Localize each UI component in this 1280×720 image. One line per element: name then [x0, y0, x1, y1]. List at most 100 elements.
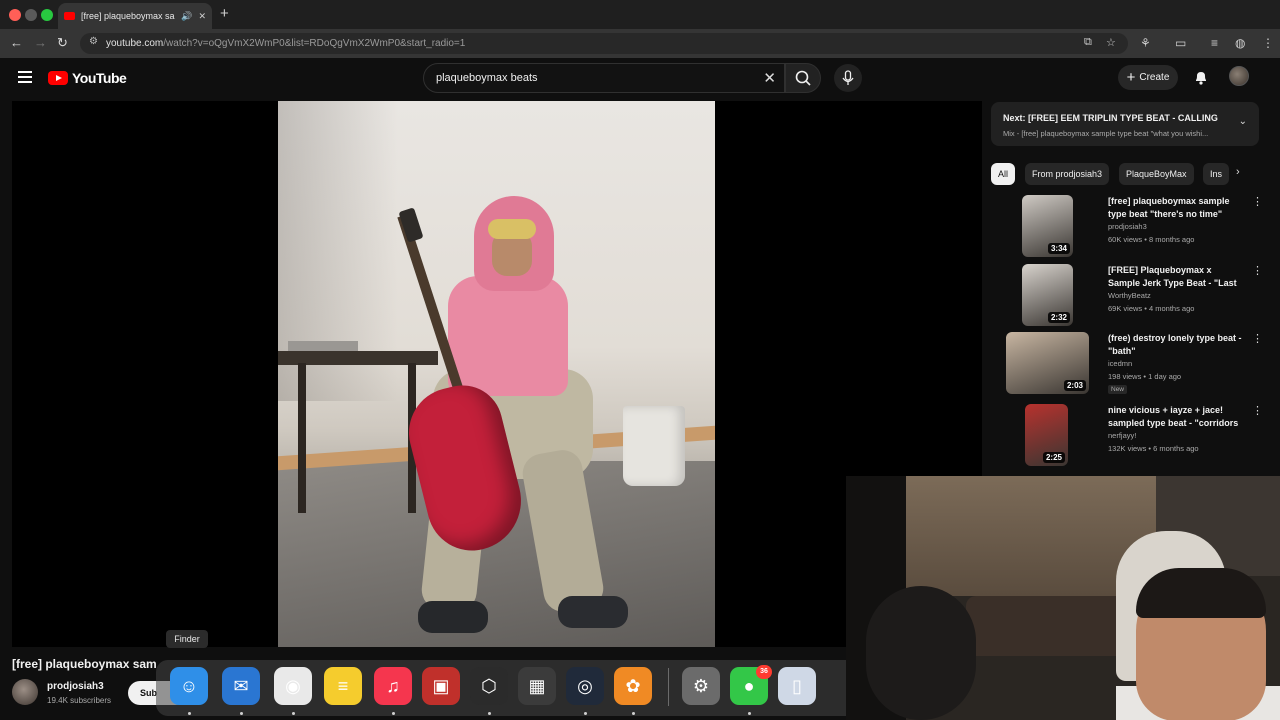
dock-app-photo-booth[interactable]: ▣ [422, 667, 460, 705]
browser-tab-active[interactable]: [free] plaqueboymax sam 🔊 ✕ [58, 3, 212, 29]
dock-running-indicator [632, 712, 635, 715]
chip-from-channel[interactable]: From prodjosiah3 [1025, 163, 1110, 185]
dock-app-system-settings[interactable]: ⚙ [682, 667, 720, 705]
video-trash-bin [623, 406, 685, 486]
chip-plaqueboymax[interactable]: PlaqueBoyMax [1119, 163, 1194, 185]
clear-search-icon[interactable]: ✕ [763, 69, 776, 87]
install-app-icon[interactable]: ⧉ [1084, 36, 1092, 49]
dock-app-obs[interactable]: ◎ [566, 667, 604, 705]
video-frame[interactable] [278, 101, 715, 647]
duration-badge: 3:34 [1047, 243, 1070, 254]
dock-running-indicator [488, 712, 491, 715]
chevron-right-icon[interactable]: › [1236, 166, 1240, 178]
dock-tooltip: Finder [166, 630, 208, 648]
chip-all[interactable]: All [991, 163, 1016, 185]
search-button[interactable] [785, 63, 821, 93]
tab-title: [free] plaqueboymax sam [81, 11, 176, 21]
browser-toolbar: ← → ↻ ⚙ youtube.com/watch?v=oQgVmX2WmP0&… [0, 29, 1280, 58]
up-next-subtitle: Mix - [free] plaqueboymax sample type be… [1003, 129, 1209, 138]
video-thumbnail[interactable]: 2:25 [1025, 404, 1068, 466]
filter-chips: All From prodjosiah3 PlaqueBoyMax Ins [991, 163, 1259, 185]
back-arrow-icon[interactable]: ← [10, 35, 23, 51]
new-badge: New [1108, 385, 1128, 394]
video-person-shoe [418, 601, 488, 633]
more-options-icon[interactable]: ⋮ [1252, 195, 1263, 208]
video-title: [free] plaqueboymax sam [12, 657, 157, 671]
recommendation-item[interactable]: 2:03 (free) destroy lonely type beat - "b… [991, 332, 1266, 396]
search-input[interactable]: plaqueboymax beats ✕ [423, 63, 785, 93]
tab-close-icon[interactable]: ✕ [198, 11, 206, 22]
notifications-bell-icon[interactable] [1193, 69, 1209, 85]
bookmark-star-icon[interactable]: ☆ [1106, 36, 1116, 49]
dock-app-notes[interactable]: ≡ [324, 667, 362, 705]
reload-icon[interactable]: ↻ [57, 35, 68, 51]
recommendation-meta: 132K views • 6 months ago [1108, 444, 1199, 453]
recommendation-channel: WorthyBeatz [1108, 291, 1151, 300]
cast-icon[interactable]: ▭ [1175, 36, 1186, 50]
more-options-icon[interactable]: ⋮ [1252, 404, 1263, 417]
video-player[interactable] [12, 101, 982, 647]
dock-app-music[interactable]: ♫ [374, 667, 412, 705]
photo-booth-icon: ▣ [432, 675, 450, 696]
preview-icon: ▯ [792, 675, 802, 696]
minimize-window-button[interactable] [25, 9, 37, 21]
voice-search-button[interactable] [834, 64, 862, 92]
recommendation-channel: nerfjayy! [1108, 431, 1137, 440]
subscriber-count: 19.4K subscribers [47, 696, 112, 705]
youtube-play-icon [48, 71, 68, 85]
more-options-icon[interactable]: ⋮ [1252, 332, 1263, 345]
account-avatar[interactable] [1229, 66, 1249, 86]
recommendation-title[interactable]: nine vicious + iayze + jace! sampled typ… [1108, 404, 1243, 430]
youtube-logo[interactable]: YouTube [48, 70, 127, 86]
notes-icon: ≡ [337, 675, 349, 696]
dock-app-finder[interactable]: ☺ [170, 667, 208, 705]
dock-running-indicator [292, 712, 295, 715]
forward-arrow-icon[interactable]: → [34, 35, 47, 51]
maximize-window-button[interactable] [41, 9, 53, 21]
dock-app-unity[interactable]: ⬡ [470, 667, 508, 705]
video-thumbnail[interactable]: 2:03 [1006, 332, 1089, 394]
browser-menu-icon[interactable]: ⋮ [1262, 36, 1274, 50]
microphone-icon [842, 70, 854, 85]
chrome-icon: ◉ [285, 675, 301, 696]
close-window-button[interactable] [9, 9, 21, 21]
video-person-hoodie [448, 276, 568, 396]
site-info-icon[interactable]: ⚙ [89, 36, 98, 47]
dock-app-chrome[interactable]: ◉ [274, 667, 312, 705]
duration-badge: 2:32 [1047, 312, 1070, 323]
profile-icon[interactable]: ◍ [1235, 36, 1245, 50]
speaker-icon[interactable]: 🔊 [181, 11, 192, 22]
webcam-person-head [866, 586, 976, 720]
up-next-panel[interactable]: Next: [FREE] EEM TRIPLIN TYPE BEAT - CAL… [991, 102, 1259, 146]
create-button[interactable]: + Create [1118, 65, 1178, 90]
dock-app-launchpad[interactable]: ▦ [518, 667, 556, 705]
dock-app-mail[interactable]: ✉ [222, 667, 260, 705]
hamburger-menu-icon[interactable] [18, 71, 32, 83]
video-thumbnail[interactable]: 2:32 [1022, 264, 1073, 326]
dock-app-preview[interactable]: ▯ [778, 667, 816, 705]
recommendation-item[interactable]: 2:32 [FREE] Plaqueboymax x Sample Jerk Ty… [991, 264, 1266, 328]
dock-running-indicator [188, 712, 191, 715]
messages-badge: 36 [756, 665, 772, 679]
recommendation-title[interactable]: [FREE] Plaqueboymax x Sample Jerk Type B… [1108, 264, 1243, 290]
youtube-favicon-icon [64, 12, 75, 20]
video-thumbnail[interactable]: 3:34 [1022, 195, 1073, 257]
dock-running-indicator [584, 712, 587, 715]
recommendation-item[interactable]: 3:34 [free] plaqueboymax sample type beat… [991, 195, 1266, 259]
recommendation-title[interactable]: (free) destroy lonely type beat - "bath" [1108, 332, 1243, 358]
extensions-icon[interactable]: ⚘ [1140, 36, 1151, 50]
channel-name[interactable]: prodjosiah3 [47, 681, 104, 692]
channel-avatar[interactable] [12, 679, 38, 705]
recommendation-item[interactable]: 2:25 nine vicious + iayze + jace! sampled… [991, 404, 1266, 468]
chip-more[interactable]: Ins [1203, 163, 1230, 185]
chevron-down-icon[interactable]: ⌄ [1239, 116, 1247, 127]
media-control-icon[interactable]: ≡ [1211, 36, 1218, 50]
recommendation-meta: 69K views • 4 months ago [1108, 304, 1195, 313]
dock-app-fl-studio[interactable]: ✿ [614, 667, 652, 705]
browser-tab-strip: [free] plaqueboymax sam 🔊 ✕ + [0, 0, 1280, 29]
music-icon: ♫ [386, 675, 400, 696]
more-options-icon[interactable]: ⋮ [1252, 264, 1263, 277]
address-bar[interactable]: ⚙ youtube.com/watch?v=oQgVmX2WmP0&list=R… [80, 33, 1128, 54]
recommendation-title[interactable]: [free] plaqueboymax sample type beat "th… [1108, 195, 1243, 221]
new-tab-button[interactable]: + [220, 6, 229, 21]
